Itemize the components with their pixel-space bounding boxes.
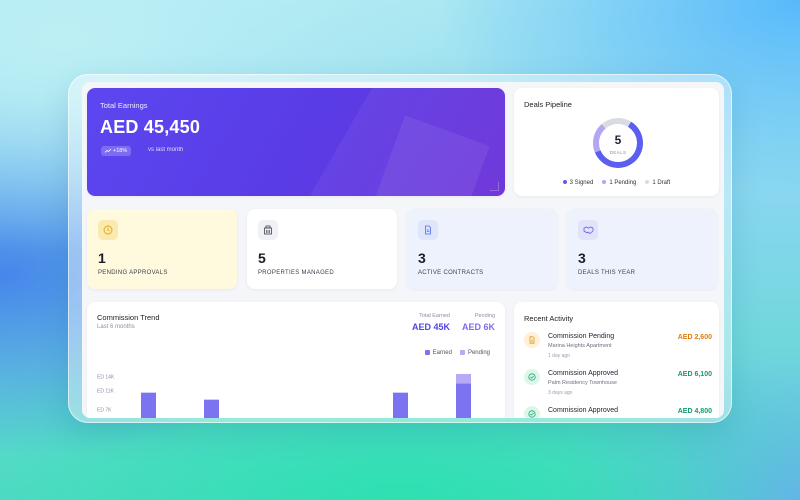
pipeline-legend: 3 Signed 1 Pending 1 Draft (514, 180, 719, 186)
pending-kpi: Pending AED 6K (462, 313, 495, 332)
stat-card-deals-this-year[interactable]: 3 DEALS THIS YEAR (567, 209, 717, 289)
total-earned-label: Total Earned (419, 313, 450, 319)
legend-pending: 1 Pending (602, 180, 636, 186)
earnings-vs-label: vs last month (148, 147, 184, 153)
stat-label: PENDING APPROVALS (98, 270, 168, 276)
earnings-amount: AED 45,450 (100, 117, 201, 137)
activity-property: Marina Heights Apartment (548, 343, 612, 349)
pipeline-title: Deals Pipeline (524, 100, 572, 109)
commission-bar-chart: ED 14KED 11KED 7KED 4K (97, 374, 471, 418)
check-circle-icon (524, 406, 540, 418)
y-tick-label: ED 11K (97, 389, 115, 395)
stat-value: 1 (98, 250, 106, 266)
activity-title: Commission Approved (548, 370, 619, 377)
earned-bar[interactable] (204, 399, 219, 418)
pending-label: Pending (474, 313, 495, 319)
stat-label: PROPERTIES MANAGED (258, 270, 334, 276)
earned-bar[interactable] (393, 392, 408, 418)
commission-trend-card[interactable]: Commission Trend Last 6 months Total Ear… (87, 302, 505, 418)
stat-card-active-contracts[interactable]: 3 ACTIVE CONTRACTS (407, 209, 557, 289)
activity-item[interactable]: Commission Pending Marina Heights Apartme… (524, 332, 712, 364)
total-earned-value: AED 45K (411, 322, 450, 332)
activity-item[interactable]: Commission Approved Palm Residency Townho… (524, 369, 712, 401)
stat-value: 3 (578, 250, 586, 266)
total-earned-kpi: Total Earned AED 45K (412, 313, 450, 332)
recent-activity-card[interactable]: Recent Activity Commission Pending Marina… (514, 302, 719, 418)
pipeline-total: 5 (614, 133, 622, 147)
stat-label: DEALS THIS YEAR (578, 270, 636, 276)
activity-item[interactable]: Commission Approved AED 4,800 (524, 406, 712, 418)
activity-property: Palm Residency Townhouse (548, 380, 617, 386)
legend-pending: Pending (459, 350, 490, 356)
stat-value: 5 (258, 250, 266, 266)
handshake-icon (578, 220, 598, 240)
legend-signed: 3 Signed (562, 180, 593, 186)
y-tick-label: ED 14K (97, 375, 115, 381)
total-earnings-card[interactable]: Total Earnings AED 45,450 +18% vs last m… (87, 88, 505, 196)
earned-bar[interactable] (456, 383, 471, 418)
activity-amount: AED 6,100 (677, 371, 712, 378)
activity-title: Commission Pending (548, 333, 615, 340)
deals-pipeline-card[interactable]: Deals Pipeline 5 DEALS 3 Signed 1 Pendin… (514, 88, 719, 196)
trend-up-icon (105, 149, 111, 153)
activity-title: Commission Approved (548, 407, 619, 414)
earnings-change: +18% (113, 148, 128, 154)
dashboard: Total Earnings AED 45,450 +18% vs last m… (82, 82, 724, 418)
pending-value: AED 6K (461, 322, 495, 332)
activity-title: Recent Activity (524, 314, 574, 323)
earned-bar[interactable] (141, 392, 156, 418)
earnings-label: Total Earnings (100, 101, 148, 110)
activity-time: 1 day ago (548, 353, 570, 359)
y-tick-label: ED 7K (97, 407, 112, 413)
activity-time: 3 days ago (548, 390, 573, 396)
stat-value: 3 (418, 250, 426, 266)
corner-decoration (490, 182, 499, 191)
legend-earned: Earned (424, 350, 452, 356)
stat-card-pending-approvals[interactable]: 1 PENDING APPROVALS (87, 209, 237, 289)
stat-label: ACTIVE CONTRACTS (418, 270, 484, 276)
clock-icon (98, 220, 118, 240)
donut-segment-2 (601, 118, 632, 129)
trend-subtitle: Last 6 months (97, 324, 135, 330)
earnings-change-badge: +18% (101, 146, 132, 156)
check-circle-icon (524, 369, 540, 385)
document-icon (524, 332, 540, 348)
pipeline-total-label: DEALS (609, 150, 627, 155)
stat-card-properties-managed[interactable]: 5 PROPERTIES MANAGED (247, 209, 397, 289)
document-icon (418, 220, 438, 240)
activity-amount: AED 4,800 (677, 408, 712, 415)
trend-title: Commission Trend (97, 313, 160, 322)
building-icon (258, 220, 278, 240)
legend-draft: 1 Draft (645, 180, 670, 186)
trend-legend: Earned Pending (424, 350, 490, 356)
activity-amount: AED 2,600 (677, 334, 712, 341)
pending-bar[interactable] (456, 374, 471, 384)
